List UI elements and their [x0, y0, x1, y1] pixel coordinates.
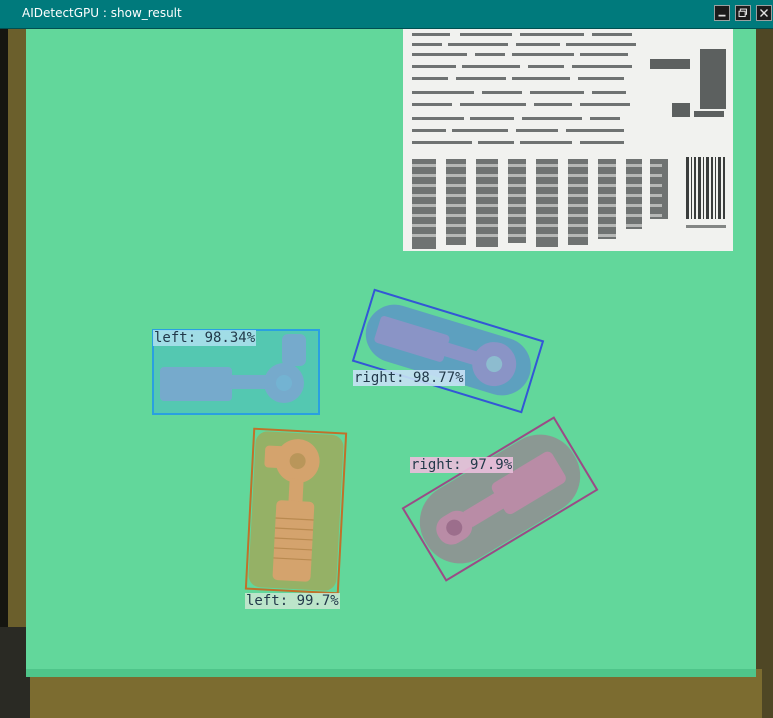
package-label: [403, 29, 733, 251]
window-title: AIDetectGPU : show_result: [22, 6, 182, 20]
detection-result-view: left: 98.34% right: 98.77% right: 97.9% …: [0, 29, 773, 718]
close-icon: [760, 9, 768, 17]
restore-button[interactable]: [735, 5, 751, 21]
detection-label: left: 98.34%: [153, 330, 257, 346]
barcode: [686, 157, 726, 228]
minimize-button[interactable]: [714, 5, 730, 21]
window-titlebar[interactable]: AIDetectGPU : show_result: [0, 0, 773, 29]
close-button[interactable]: [756, 5, 772, 21]
detection-label: left: 99.7%: [245, 593, 340, 609]
detection-label: right: 98.77%: [353, 370, 465, 386]
minimize-icon: [718, 14, 726, 17]
detection-left-99-7: [244, 427, 348, 595]
restore-icon: [738, 8, 748, 18]
detection-label: right: 97.9%: [410, 457, 514, 473]
